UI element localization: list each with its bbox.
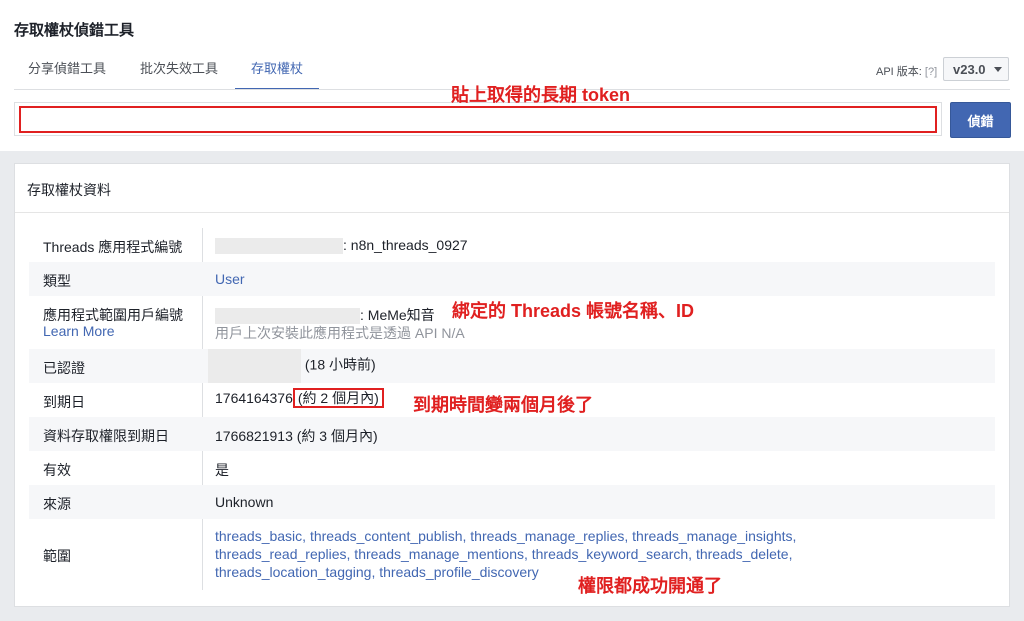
info-row-scopes: 範圍 threads_basic, threads_content_publis… (29, 519, 995, 591)
origin-value: Unknown (215, 494, 274, 510)
info-row-origin: 來源 Unknown (29, 485, 995, 519)
expires-relative-highlight: (約 2 個月內) (292, 388, 384, 408)
type-value-link[interactable]: User (215, 271, 245, 287)
origin-label: 來源 (43, 496, 71, 512)
info-row-data-access: 資料存取權限到期日 1766821913 (約 3 個月內) (29, 417, 995, 451)
scopes-label: 範圍 (43, 548, 71, 564)
chevron-down-icon (994, 67, 1002, 72)
annotation-expiry: 到期時間變兩個月後了 (413, 395, 593, 415)
redacted-block (208, 349, 301, 383)
expires-timestamp: 1764164376 (215, 390, 293, 406)
tab-sharing-debugger[interactable]: 分享偵錯工具 (28, 58, 106, 88)
api-version-value: v23.0 (953, 62, 986, 77)
annotation-account: 綁定的 Threads 帳號名稱、ID (452, 301, 695, 321)
learn-more-link[interactable]: Learn More (43, 323, 115, 339)
type-label: 類型 (43, 273, 71, 289)
user-id-value: : MeMe知音 (215, 305, 435, 325)
scopes-line-2[interactable]: threads_read_replies, threads_manage_men… (215, 546, 792, 562)
user-id-label: 應用程式範圍用戶編號 (43, 307, 183, 323)
data-access-value: 1766821913 (約 3 個月內) (215, 428, 378, 444)
scopes-line-1[interactable]: threads_basic, threads_content_publish, … (215, 528, 796, 544)
tab-access-token[interactable]: 存取權杖 (235, 58, 319, 90)
api-help-link[interactable]: [?] (925, 66, 937, 78)
token-input-wrapper (14, 102, 942, 136)
issued-relative: (18 小時前) (304, 356, 376, 373)
page-title: 存取權杖偵錯工具 (14, 22, 135, 39)
expires-value: 1764164376 (約 2 個月內) (215, 388, 384, 408)
redacted-block (215, 238, 343, 255)
user-id-name: : MeMe知音 (360, 307, 435, 323)
debug-button[interactable]: 偵錯 (950, 102, 1011, 138)
app-id-label: Threads 應用程式編號 (43, 239, 183, 255)
tab-batch-invalidator[interactable]: 批次失效工具 (140, 58, 218, 88)
info-row-type: 類型 User (29, 262, 995, 296)
annotation-token: 貼上取得的長期 token (451, 85, 631, 105)
redacted-block (215, 308, 360, 325)
app-id-name: : n8n_threads_0927 (343, 237, 468, 253)
api-version-text: API 版本: (876, 66, 922, 78)
user-id-install-note: 用戶上次安裝此應用程式是透過 API N/A (215, 325, 465, 341)
annotation-scopes: 權限都成功開通了 (578, 576, 722, 596)
card-header: 存取權杖資料 (15, 164, 1009, 213)
scopes-line-3[interactable]: threads_location_tagging, threads_profil… (215, 564, 539, 580)
data-access-label: 資料存取權限到期日 (43, 428, 169, 444)
header-panel: 存取權杖偵錯工具 分享偵錯工具 批次失效工具 存取權杖 API 版本: [?] … (0, 0, 1024, 151)
info-row-app-id: Threads 應用程式編號 : n8n_threads_0927 (29, 228, 995, 262)
info-row-issued: 已認證 (18 小時前) (29, 349, 995, 383)
api-version-label: API 版本: [?] (876, 63, 937, 79)
valid-value: 是 (215, 462, 229, 478)
issued-value: (18 小時前) (208, 349, 376, 383)
app-id-value: : n8n_threads_0927 (215, 237, 468, 255)
card-title: 存取權杖資料 (27, 182, 111, 198)
valid-label: 有效 (43, 462, 71, 478)
api-version-select[interactable]: v23.0 (943, 57, 1009, 81)
access-token-input[interactable] (19, 106, 937, 133)
issued-label: 已認證 (43, 360, 85, 376)
token-info-card: 存取權杖資料 Threads 應用程式編號 : n8n_threads_0927… (14, 163, 1010, 607)
expires-label: 到期日 (43, 394, 85, 410)
info-row-valid: 有效 是 (29, 451, 995, 485)
